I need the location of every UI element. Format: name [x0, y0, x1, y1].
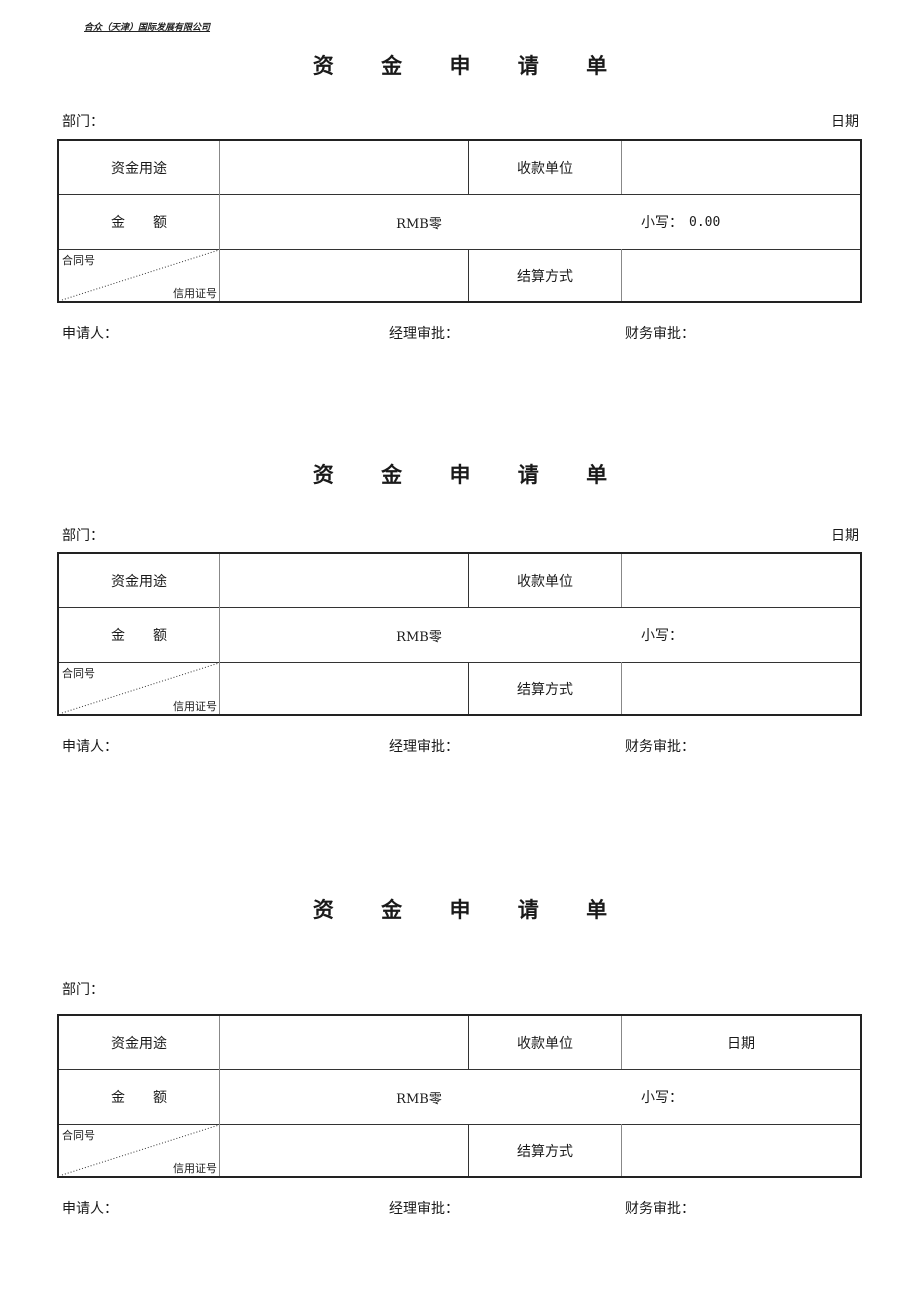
date-label: 日期: [831, 114, 859, 130]
purpose-label: 资金用途: [111, 160, 167, 177]
settlement-field[interactable]: [622, 663, 860, 714]
manager-approval-label: 经理审批：: [389, 1201, 459, 1217]
amount-label: 金 额: [111, 628, 167, 644]
finance-approval-label: 财务审批：: [625, 326, 695, 342]
settlement-field[interactable]: [622, 250, 860, 301]
settlement-field[interactable]: [622, 1125, 860, 1176]
amount-label: 金 额: [111, 1090, 167, 1106]
amount-figures-value: 0.00: [689, 214, 721, 230]
request-table: 资金用途 收款单位 金 额 RMB零 小写： 0.00 合同号 信用证号 结算方…: [57, 139, 862, 303]
request-table: 资金用途 收款单位 金 额 RMB零 小写： 合同号 信用证号 结算方式: [57, 552, 862, 716]
purpose-field[interactable]: [220, 141, 468, 194]
finance-approval-label: 财务审批：: [625, 739, 695, 755]
department-label: 部门：: [62, 114, 104, 130]
contract-number-label: 合同号: [62, 254, 95, 267]
form-title: 资 金 申 请 单: [312, 54, 628, 78]
payee-field[interactable]: [622, 141, 860, 194]
payee-label: 收款单位: [517, 160, 573, 177]
purpose-field[interactable]: [220, 554, 468, 607]
applicant-label: 申请人：: [62, 1201, 118, 1217]
settlement-label: 结算方式: [517, 681, 573, 698]
amount-figures[interactable]: 小写：: [641, 1070, 689, 1124]
payee-label: 收款单位: [517, 573, 573, 590]
lc-number-label: 信用证号: [173, 287, 217, 300]
form-title: 资 金 申 请 单: [312, 898, 628, 922]
lc-number-label: 信用证号: [173, 1162, 217, 1175]
manager-approval-label: 经理审批：: [389, 739, 459, 755]
form-title: 资 金 申 请 单: [312, 463, 628, 487]
department-label: 部门：: [62, 982, 104, 998]
date-label: 日期: [831, 528, 859, 544]
amount-in-words[interactable]: RMB零: [359, 195, 479, 249]
contract-field[interactable]: [220, 1125, 468, 1176]
contract-lc-cell: 合同号 信用证号: [59, 1124, 220, 1176]
request-table: 资金用途 收款单位 日期 金 额 RMB零 小写： 合同号 信用证号 结算方式: [57, 1014, 862, 1178]
applicant-label: 申请人：: [62, 739, 118, 755]
contract-field[interactable]: [220, 663, 468, 714]
settlement-label: 结算方式: [517, 268, 573, 285]
applicant-label: 申请人：: [62, 326, 118, 342]
finance-approval-label: 财务审批：: [625, 1201, 695, 1217]
purpose-label: 资金用途: [111, 1035, 167, 1052]
purpose-field[interactable]: [220, 1016, 468, 1069]
department-label: 部门：: [62, 528, 104, 544]
payee-field[interactable]: [622, 554, 860, 607]
amount-in-words[interactable]: RMB零: [359, 608, 479, 662]
purpose-label: 资金用途: [111, 573, 167, 590]
contract-lc-cell: 合同号 信用证号: [59, 249, 220, 301]
manager-approval-label: 经理审批：: [389, 326, 459, 342]
amount-figures-label: 小写：: [641, 1090, 683, 1106]
company-name: 合众（天津）国际发展有限公司: [84, 23, 211, 33]
amount-in-words[interactable]: RMB零: [359, 1070, 479, 1124]
contract-lc-cell: 合同号 信用证号: [59, 662, 220, 714]
amount-figures-label: 小写：: [641, 215, 683, 231]
contract-number-label: 合同号: [62, 1129, 95, 1142]
contract-field[interactable]: [220, 250, 468, 301]
payee-field[interactable]: 日期: [622, 1016, 860, 1069]
settlement-label: 结算方式: [517, 1143, 573, 1160]
amount-figures[interactable]: 小写：: [641, 608, 689, 662]
contract-number-label: 合同号: [62, 667, 95, 680]
amount-figures[interactable]: 小写： 0.00: [641, 195, 720, 249]
payee-label: 收款单位: [517, 1035, 573, 1052]
amount-label: 金 额: [111, 215, 167, 231]
lc-number-label: 信用证号: [173, 700, 217, 713]
amount-figures-label: 小写：: [641, 628, 683, 644]
